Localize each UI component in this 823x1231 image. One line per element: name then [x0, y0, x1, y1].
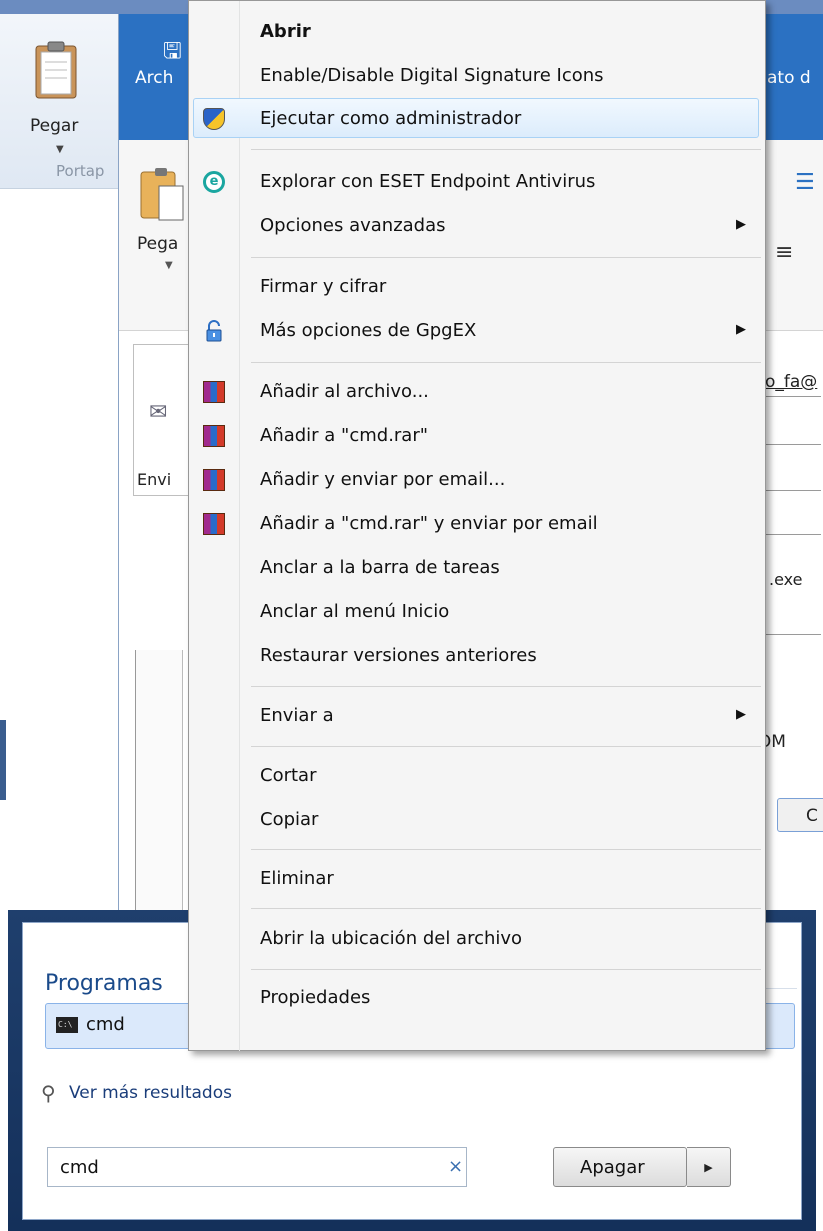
- dialog-button-fragment[interactable]: C: [777, 798, 823, 832]
- desktop-edge: [0, 720, 6, 800]
- menu-item-delete[interactable]: Eliminar: [189, 859, 765, 899]
- menu-item-add-to-archive[interactable]: Añadir al archivo...: [189, 372, 765, 412]
- menu-item-restore-versions[interactable]: Restaurar versiones anteriores: [189, 636, 765, 676]
- menu-item-abrir[interactable]: Abrir: [189, 12, 765, 52]
- clear-search-icon[interactable]: ×: [448, 1156, 463, 1177]
- menu-separator: [251, 849, 761, 850]
- start-search-input[interactable]: cmd ×: [47, 1147, 467, 1187]
- shutdown-button-label: Apagar: [580, 1157, 645, 1178]
- see-more-results-link[interactable]: Ver más resultados: [69, 1083, 232, 1103]
- menu-item-label: Añadir y enviar por email...: [260, 469, 506, 490]
- menu-item-open-file-location[interactable]: Abrir la ubicación del archivo: [189, 919, 765, 959]
- uac-shield-icon: [203, 108, 225, 130]
- menu-item-pin-start[interactable]: Anclar al menú Inicio: [189, 592, 765, 632]
- magnifier-icon: ⚲: [41, 1081, 56, 1105]
- menu-item-add-cmd-rar-and-email[interactable]: Añadir a "cmd.rar" y enviar por email: [189, 504, 765, 544]
- menu-item-label: Ejecutar como administrador: [260, 108, 522, 129]
- menu-separator: [251, 686, 761, 687]
- menu-item-label: Propiedades: [260, 987, 371, 1008]
- menu-separator: [251, 257, 761, 258]
- clipboard-group-label: Portap: [56, 162, 105, 180]
- menu-item-run-as-administrator[interactable]: Ejecutar como administrador: [193, 98, 759, 138]
- attachment-fragment[interactable]: .exe: [769, 570, 802, 589]
- menu-separator: [251, 362, 761, 363]
- winrar-icon: [203, 425, 225, 447]
- menu-item-eset-scan[interactable]: e Explorar con ESET Endpoint Antivirus: [189, 162, 765, 202]
- tab-formato[interactable]: ato d: [767, 68, 811, 88]
- bullet-list-icon[interactable]: ☰: [795, 170, 815, 195]
- tab-archivo[interactable]: Arch: [135, 68, 173, 88]
- menu-item-label: Opciones avanzadas: [260, 215, 446, 236]
- menu-item-label: Abrir: [260, 21, 311, 42]
- menu-item-advanced-options[interactable]: Opciones avanzadas ▶: [189, 206, 765, 246]
- menu-item-label: Copiar: [260, 809, 319, 830]
- menu-item-label: Anclar a la barra de tareas: [260, 557, 500, 578]
- paste-button-label[interactable]: Pegar: [30, 116, 78, 136]
- submenu-arrow-icon: ▶: [736, 322, 746, 337]
- menu-item-label: Restaurar versiones anteriores: [260, 645, 537, 666]
- menu-item-label: Añadir a "cmd.rar": [260, 425, 429, 446]
- shutdown-button[interactable]: Apagar: [553, 1147, 687, 1187]
- winrar-icon: [203, 513, 225, 535]
- paste-dropdown-arrow[interactable]: ▼: [56, 144, 64, 155]
- paste-dropdown-arrow[interactable]: ▼: [165, 260, 173, 271]
- program-result-label: cmd: [86, 1014, 125, 1035]
- menu-item-label: Firmar y cifrar: [260, 276, 387, 297]
- submenu-arrow-icon: ▶: [736, 707, 746, 722]
- menu-item-properties[interactable]: Propiedades: [189, 978, 765, 1018]
- menu-item-label: Añadir a "cmd.rar" y enviar por email: [260, 513, 598, 534]
- to-recipient-fragment[interactable]: o_fa@: [765, 372, 817, 392]
- menu-item-label: Explorar con ESET Endpoint Antivirus: [260, 171, 596, 192]
- clipboard-icon[interactable]: [34, 40, 78, 100]
- menu-item-label: Eliminar: [260, 868, 334, 889]
- shutdown-options-arrow[interactable]: ▶: [687, 1147, 731, 1187]
- menu-item-label: Añadir al archivo...: [260, 381, 429, 402]
- menu-item-label: Anclar al menú Inicio: [260, 601, 450, 622]
- menu-item-pin-taskbar[interactable]: Anclar a la barra de tareas: [189, 548, 765, 588]
- menu-item-label: Abrir la ubicación del archivo: [260, 928, 523, 949]
- winrar-icon: [203, 469, 225, 491]
- paste-icon[interactable]: [139, 166, 185, 222]
- document-rail: [135, 650, 183, 950]
- menu-item-send-to[interactable]: Enviar a ▶: [189, 696, 765, 736]
- paste-label[interactable]: Pega: [137, 234, 178, 254]
- menu-item-add-and-email[interactable]: Añadir y enviar por email...: [189, 460, 765, 500]
- menu-item-gpgex-options[interactable]: Más opciones de GpgEX ▶: [189, 311, 765, 351]
- align-left-icon[interactable]: ≡: [775, 240, 793, 265]
- menu-item-sign-encrypt[interactable]: Firmar y cifrar: [189, 267, 765, 307]
- menu-item-digital-signature-icons[interactable]: Enable/Disable Digital Signature Icons: [189, 56, 765, 96]
- lock-icon: [206, 320, 222, 342]
- submenu-arrow-icon: ▶: [736, 217, 746, 232]
- menu-separator: [251, 969, 761, 970]
- programs-section-title: Programas: [45, 971, 163, 996]
- menu-item-add-to-cmd-rar[interactable]: Añadir a "cmd.rar": [189, 416, 765, 456]
- send-envelope-icon: ✉: [149, 400, 168, 425]
- context-menu: Abrir Enable/Disable Digital Signature I…: [188, 0, 766, 1051]
- menu-item-label: Enable/Disable Digital Signature Icons: [260, 65, 604, 86]
- menu-item-cut[interactable]: Cortar: [189, 756, 765, 796]
- winrar-icon: [203, 381, 225, 403]
- menu-separator: [251, 149, 761, 150]
- eset-icon: e: [203, 171, 225, 193]
- search-input-value: cmd: [60, 1157, 99, 1178]
- menu-item-copy[interactable]: Copiar: [189, 800, 765, 840]
- menu-separator: [251, 908, 761, 909]
- menu-item-label: Cortar: [260, 765, 317, 786]
- send-button-label[interactable]: Envi: [137, 470, 171, 489]
- command-prompt-icon: C:\: [56, 1017, 78, 1033]
- menu-item-label: Enviar a: [260, 705, 334, 726]
- menu-separator: [251, 746, 761, 747]
- menu-item-label: Más opciones de GpgEX: [260, 320, 477, 341]
